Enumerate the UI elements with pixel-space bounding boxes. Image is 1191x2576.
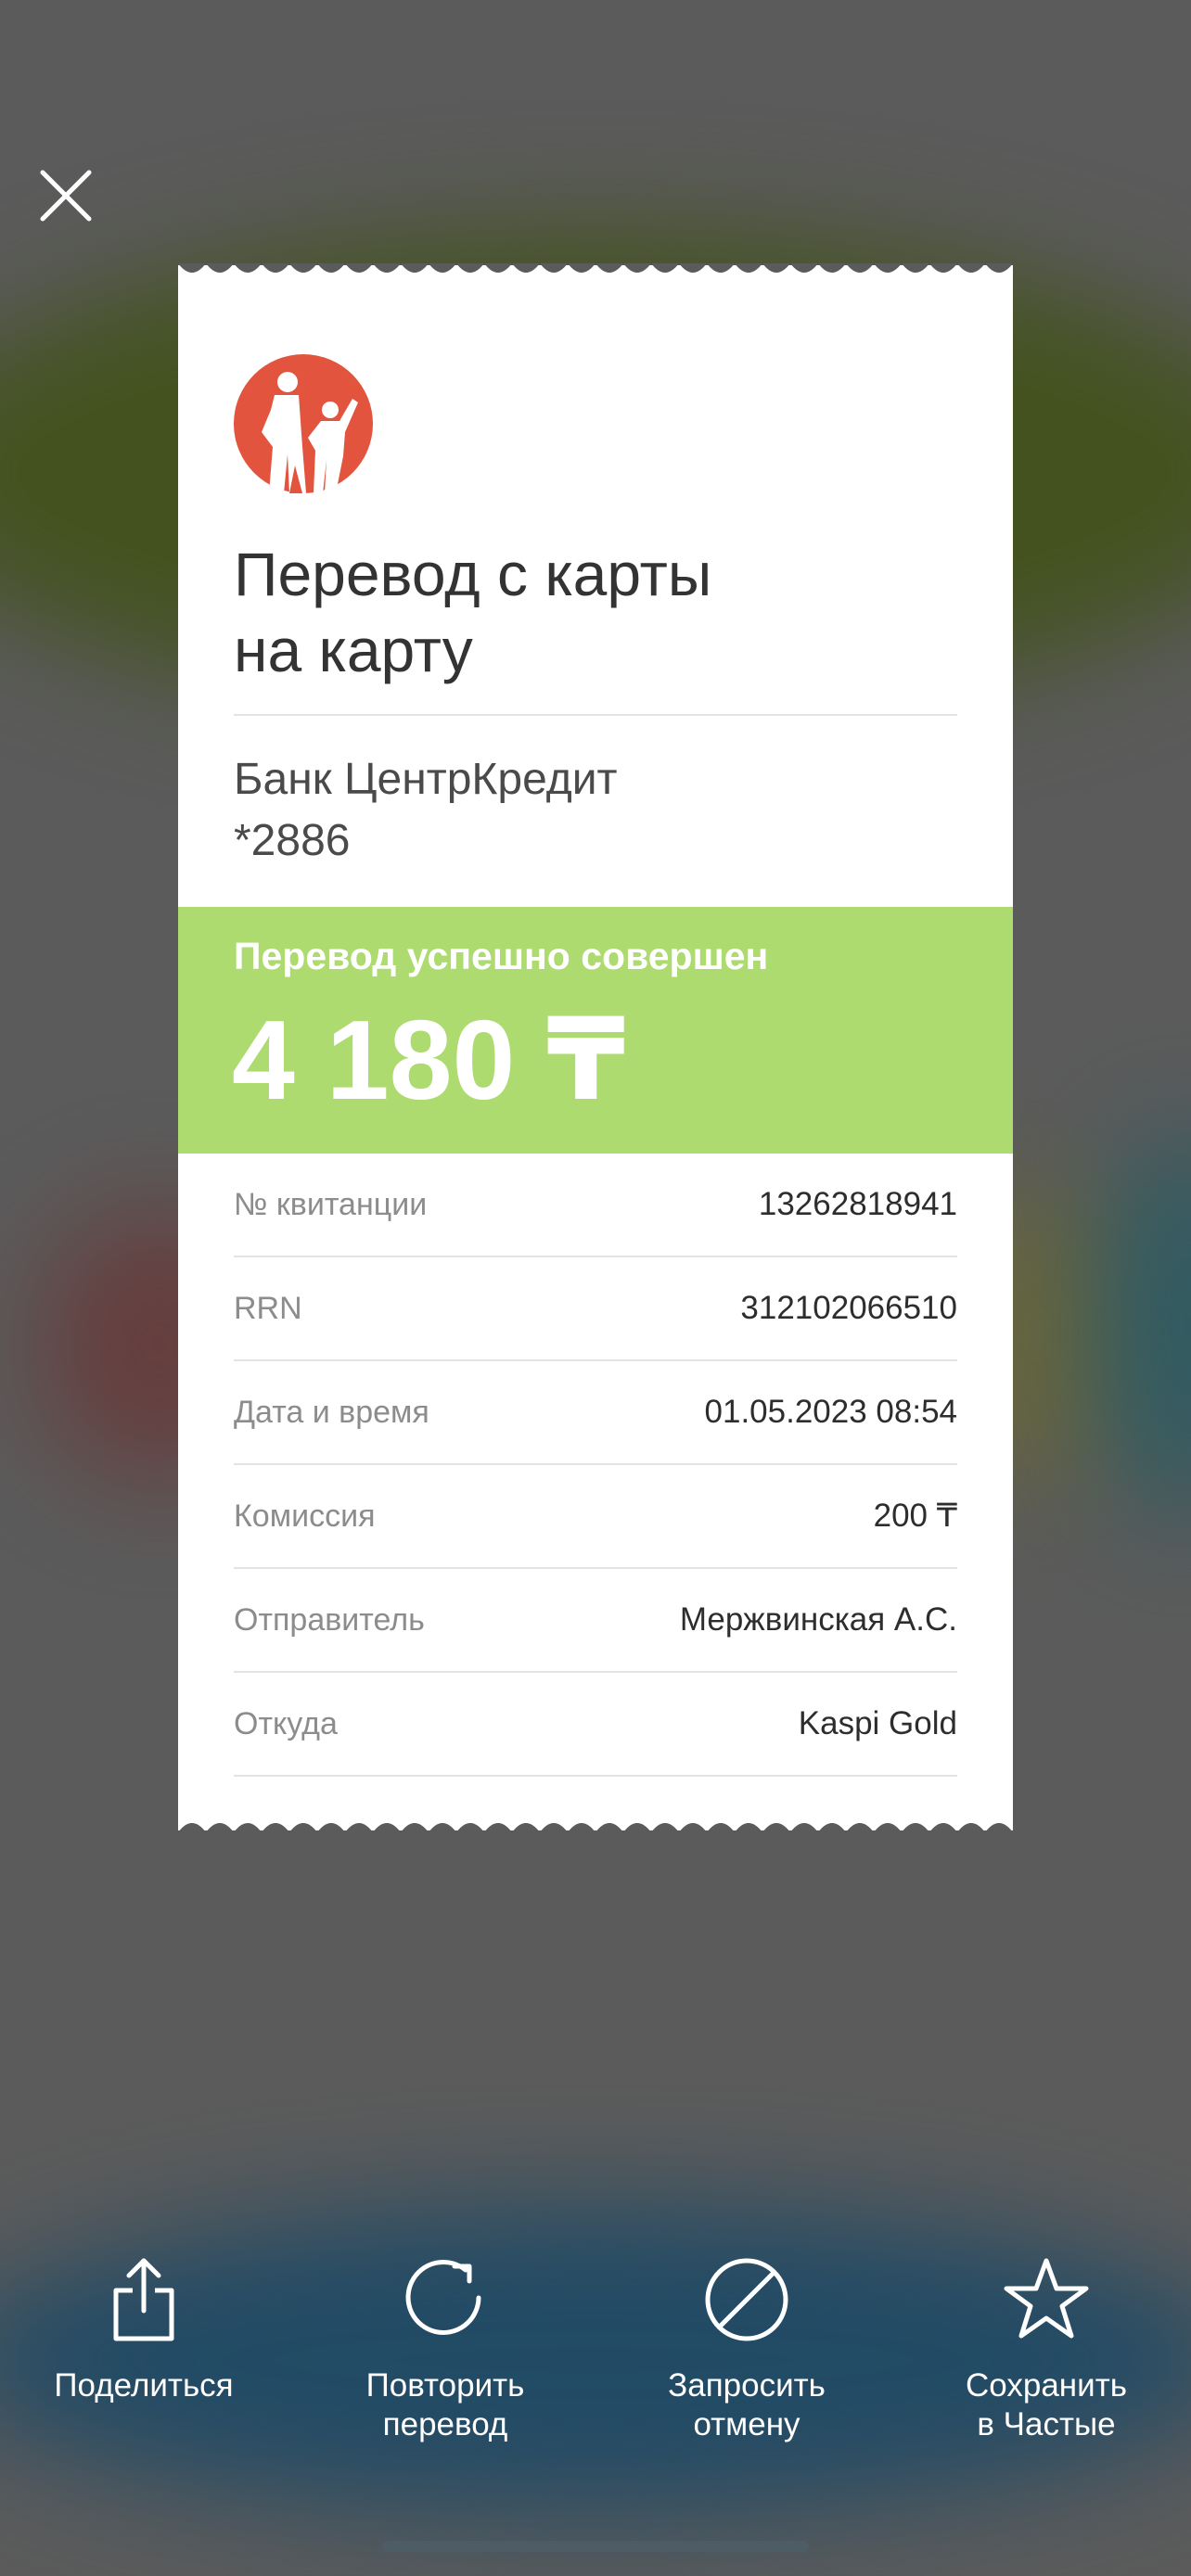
detail-label: Отправитель (234, 1601, 425, 1638)
receipt-zigzag-edge (178, 263, 1013, 273)
screen: Перевод с карты на карту Банк ЦентрКреди… (0, 0, 1191, 2576)
background-blur (1095, 1131, 1191, 1521)
detail-value: 13262818941 (758, 1186, 957, 1222)
receipt-title-line: Перевод с карты (234, 540, 712, 608)
repeat-transfer-button[interactable]: Повторить перевод (306, 2253, 584, 2444)
share-button[interactable]: Поделиться (5, 2253, 283, 2405)
receipt-card: Перевод с карты на карту Банк ЦентрКреди… (178, 263, 1013, 1832)
detail-value: Мержвинская А.С. (679, 1601, 957, 1638)
repeat-transfer-label: Повторить перевод (365, 2367, 525, 2442)
home-indicator (382, 2541, 809, 2552)
divider (234, 714, 957, 716)
status-banner: Перевод успешно совершен 4 180 ₸ (178, 907, 1013, 1154)
receipt-title: Перевод с карты на карту (234, 536, 939, 688)
close-button[interactable] (33, 163, 98, 228)
detail-row-datetime: Дата и время 01.05.2023 08:54 (234, 1361, 957, 1465)
detail-label: № квитанции (234, 1186, 428, 1222)
repeat-icon (405, 2259, 481, 2335)
request-cancel-button[interactable]: Запросить отмену (608, 2253, 886, 2444)
request-cancel-label: Запросить отмену (668, 2367, 826, 2442)
action-bar: Поделиться Повторить перевод Запросить о… (0, 2253, 1191, 2476)
recipient-bank: Банк ЦентрКредит *2886 (234, 749, 618, 872)
bank-logo (234, 354, 373, 493)
receipt-title-line: на карту (234, 616, 473, 684)
star-icon (1004, 2258, 1089, 2339)
detail-row-sender: Отправитель Мержвинская А.С. (234, 1569, 957, 1673)
detail-row-fee: Комиссия 200 ₸ (234, 1465, 957, 1569)
card-number: *2886 (234, 816, 351, 865)
detail-value: 312102066510 (740, 1290, 957, 1326)
detail-row-rrn: RRN 312102066510 (234, 1257, 957, 1361)
receipt-zigzag-edge (178, 1823, 1013, 1832)
bank-name: Банк ЦентрКредит (234, 755, 618, 804)
detail-value: Kaspi Gold (798, 1705, 957, 1741)
save-favorite-label: Сохранить в Частые (966, 2367, 1127, 2442)
save-favorite-button[interactable]: Сохранить в Частые (907, 2253, 1185, 2444)
detail-value: 01.05.2023 08:54 (704, 1394, 957, 1430)
close-icon (40, 170, 92, 222)
cancel-icon (705, 2258, 788, 2341)
detail-row-receipt-number: № квитанции 13262818941 (234, 1154, 957, 1257)
transfer-amount: 4 180 ₸ (232, 997, 626, 1123)
detail-label: Комиссия (234, 1498, 376, 1534)
share-label: Поделиться (54, 2367, 234, 2404)
detail-label: RRN (234, 1290, 302, 1326)
share-icon (113, 2258, 174, 2341)
detail-row-source: Откуда Kaspi Gold (234, 1673, 957, 1777)
detail-label: Дата и время (234, 1394, 429, 1430)
detail-label: Откуда (234, 1705, 338, 1741)
detail-value: 200 ₸ (873, 1498, 957, 1534)
status-text: Перевод успешно совершен (234, 935, 769, 977)
receipt-details: № квитанции 13262818941 RRN 312102066510… (234, 1154, 957, 1777)
